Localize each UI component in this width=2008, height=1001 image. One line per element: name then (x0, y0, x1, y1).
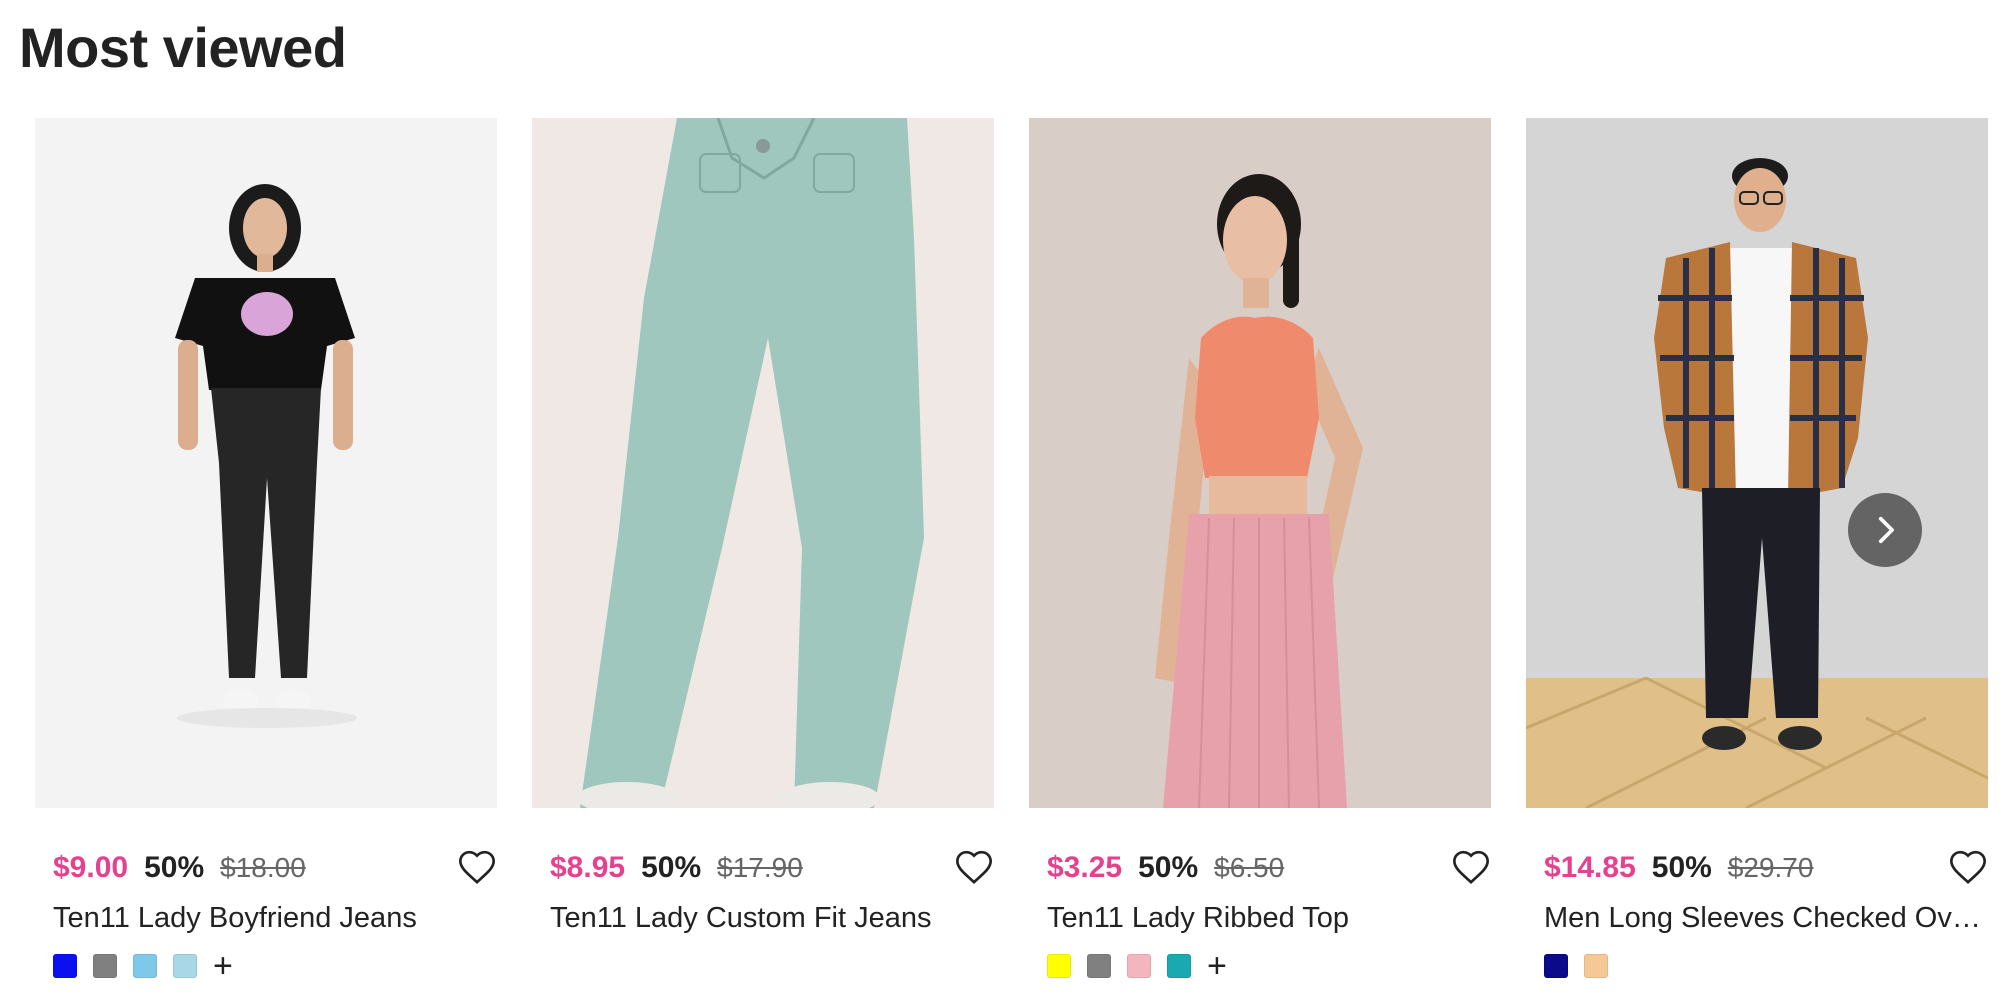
product-carousel: $9.00 50% $18.00 Ten11 Lady Boyfriend Je… (35, 118, 1995, 998)
original-price: $6.50 (1214, 852, 1285, 883)
color-swatch[interactable] (93, 954, 117, 978)
product-image[interactable] (1526, 118, 1988, 808)
product-name[interactable]: Ten11 Lady Custom Fit Jeans (550, 898, 990, 938)
color-swatches: + (1047, 949, 1227, 983)
discount-badge: 50% (1651, 851, 1712, 884)
color-swatch[interactable] (1047, 954, 1071, 978)
product-name[interactable]: Ten11 Lady Ribbed Top (1047, 898, 1487, 938)
more-colors-icon[interactable]: + (213, 949, 233, 983)
section-title: Most viewed (19, 16, 347, 79)
sale-price: $8.95 (550, 851, 626, 884)
heart-outline-icon[interactable] (457, 848, 497, 888)
color-swatch[interactable] (173, 954, 197, 978)
color-swatch[interactable] (1544, 954, 1568, 978)
heart-outline-icon[interactable] (954, 848, 994, 888)
color-swatch[interactable] (1087, 954, 1111, 978)
color-swatch[interactable] (1584, 954, 1608, 978)
color-swatches (1544, 950, 1624, 982)
chevron-right-icon (1878, 516, 1894, 544)
product-card[interactable]: $8.95 50% $17.90 Ten11 Lady Custom Fit J… (532, 118, 994, 998)
price-row: $9.00 50% $18.00 (53, 846, 497, 890)
sale-price: $14.85 (1544, 851, 1636, 884)
product-card[interactable]: $9.00 50% $18.00 Ten11 Lady Boyfriend Je… (35, 118, 497, 998)
sale-price: $3.25 (1047, 851, 1123, 884)
color-swatch[interactable] (133, 954, 157, 978)
discount-badge: 50% (144, 851, 205, 884)
carousel-next-button[interactable] (1848, 493, 1922, 567)
product-name[interactable]: Men Long Sleeves Checked Oversh... (1544, 898, 1984, 938)
product-image[interactable] (1029, 118, 1491, 808)
original-price: $17.90 (717, 852, 803, 883)
color-swatches: + (53, 949, 233, 983)
product-card[interactable]: $14.85 50% $29.70 Men Long Sleeves Check… (1526, 118, 1988, 998)
product-image[interactable] (532, 118, 994, 808)
heart-outline-icon[interactable] (1948, 848, 1988, 888)
price-row: $3.25 50% $6.50 (1047, 846, 1491, 890)
color-swatch[interactable] (1127, 954, 1151, 978)
color-swatch[interactable] (53, 954, 77, 978)
price-row: $14.85 50% $29.70 (1544, 846, 1988, 890)
more-colors-icon[interactable]: + (1207, 949, 1227, 983)
product-card[interactable]: $3.25 50% $6.50 Ten11 Lady Ribbed Top + (1029, 118, 1491, 998)
price-row: $8.95 50% $17.90 (550, 846, 994, 890)
heart-outline-icon[interactable] (1451, 848, 1491, 888)
product-name[interactable]: Ten11 Lady Boyfriend Jeans (53, 898, 493, 938)
product-image[interactable] (35, 118, 497, 808)
color-swatch[interactable] (1167, 954, 1191, 978)
discount-badge: 50% (641, 851, 702, 884)
discount-badge: 50% (1138, 851, 1199, 884)
original-price: $29.70 (1727, 852, 1814, 883)
sale-price: $9.00 (53, 851, 129, 884)
original-price: $18.00 (220, 852, 306, 883)
